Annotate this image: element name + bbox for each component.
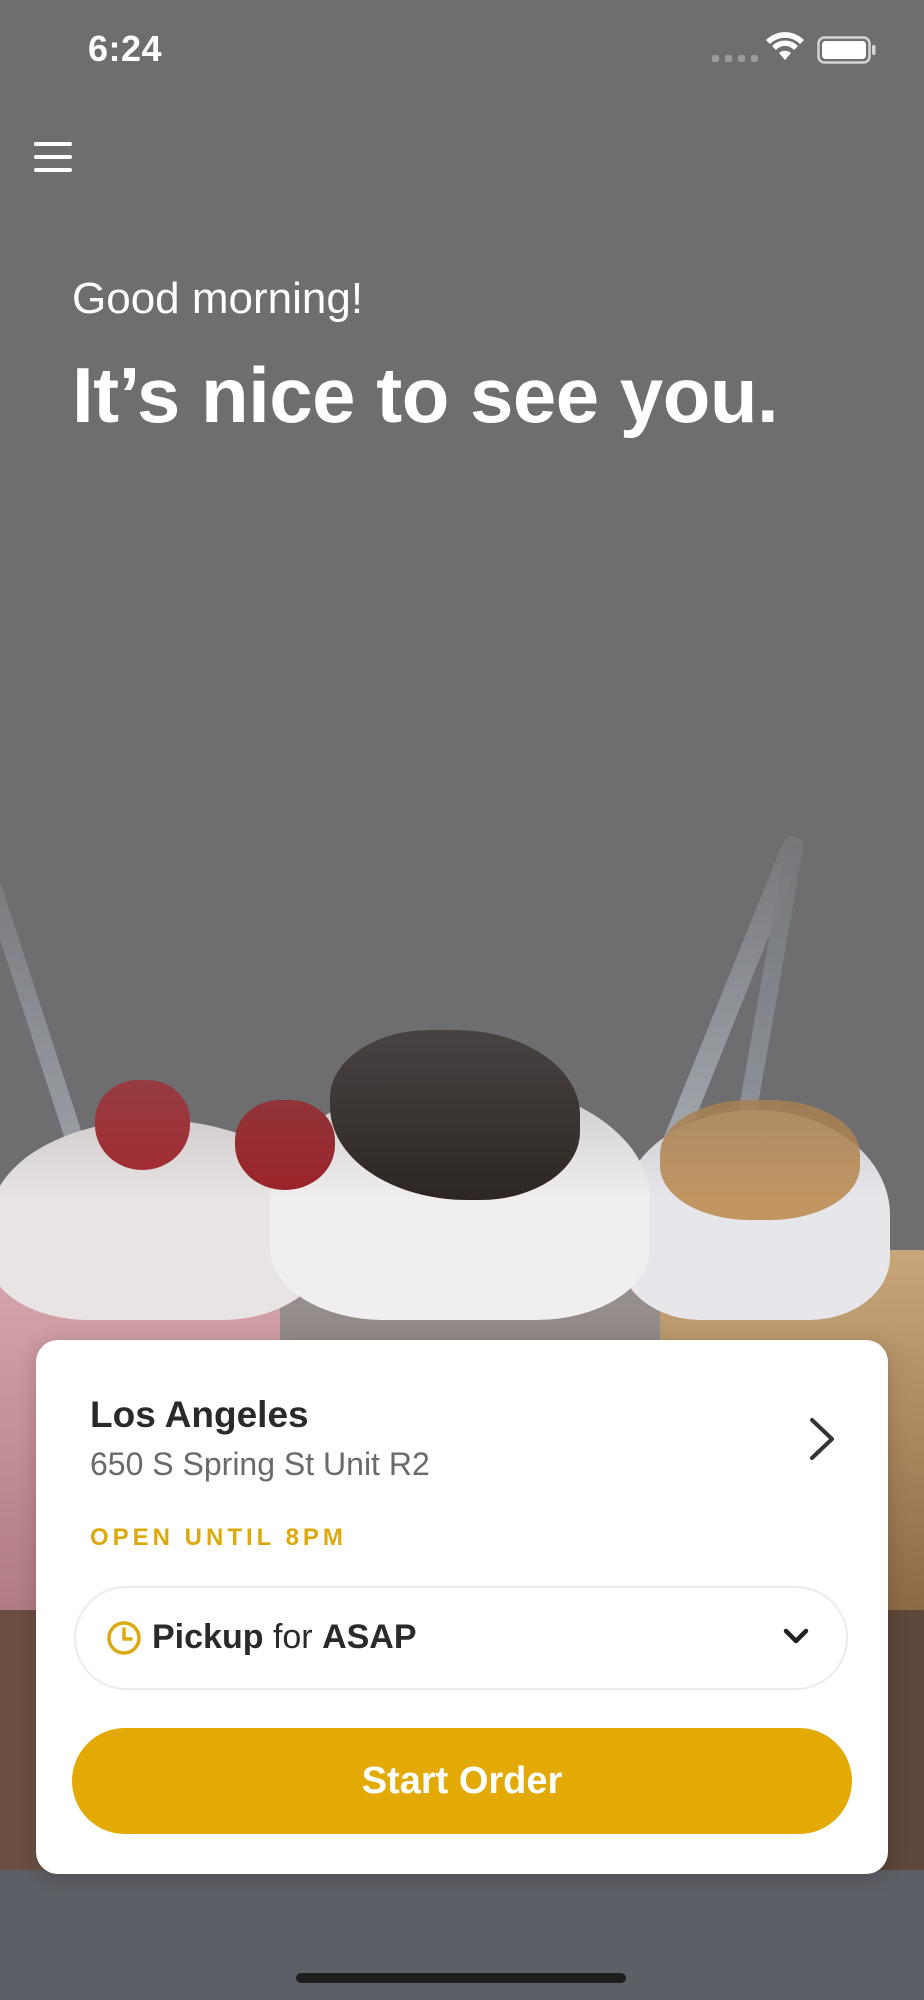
home-screen: 6:24 Good morning! It’s nice to see you.… xyxy=(0,0,924,2000)
order-time: ASAP xyxy=(322,1618,417,1656)
chevron-right-icon[interactable] xyxy=(802,1416,842,1462)
order-connector: for xyxy=(272,1618,313,1656)
chevron-down-icon xyxy=(783,1628,809,1644)
pickup-summary: Pickup for ASAP xyxy=(152,1618,417,1657)
menu-icon[interactable] xyxy=(34,140,72,174)
home-indicator xyxy=(296,1973,626,1983)
store-hours-label: OPEN UNTIL 8PM xyxy=(90,1524,347,1551)
greeting-text: Good morning! xyxy=(72,274,364,323)
cellular-signal-icon xyxy=(712,55,758,62)
start-order-button[interactable]: Start Order xyxy=(72,1728,852,1834)
battery-icon xyxy=(817,36,876,64)
wifi-icon xyxy=(766,32,804,60)
order-method: Pickup xyxy=(152,1618,264,1656)
clock-icon xyxy=(107,1621,141,1655)
pickup-time-selector[interactable]: Pickup for ASAP xyxy=(74,1586,848,1690)
store-name[interactable]: Los Angeles xyxy=(90,1394,309,1436)
status-bar-time: 6:24 xyxy=(88,28,163,69)
welcome-headline: It’s nice to see you. xyxy=(72,351,779,439)
store-address[interactable]: 650 S Spring St Unit R2 xyxy=(90,1446,430,1483)
order-card: Los Angeles 650 S Spring St Unit R2 OPEN… xyxy=(36,1340,888,1874)
